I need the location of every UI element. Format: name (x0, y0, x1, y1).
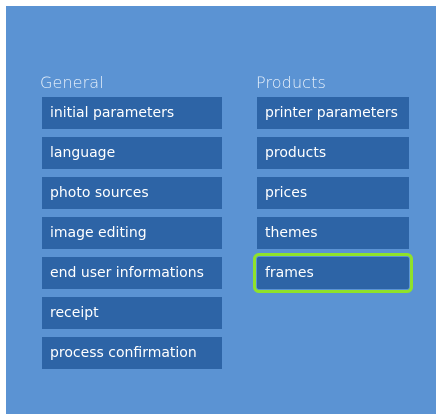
general-section-title: General (40, 73, 104, 92)
menu-item-printer-parameters[interactable]: printer parameters (257, 97, 409, 129)
menu-item-receipt[interactable]: receipt (42, 297, 222, 329)
products-menu: printer parameters products prices theme… (253, 97, 413, 297)
menu-item-prices[interactable]: prices (257, 177, 409, 209)
menu-item-frames[interactable]: frames (253, 253, 413, 293)
menu-item-products[interactable]: products (257, 137, 409, 169)
menu-item-language[interactable]: language (42, 137, 222, 169)
menu-item-end-user-informations[interactable]: end user informations (42, 257, 222, 289)
menu-item-process-confirmation[interactable]: process confirmation (42, 337, 222, 369)
menu-item-themes[interactable]: themes (257, 217, 409, 249)
general-menu: initial parameters language photo source… (42, 97, 222, 377)
products-section-title: Products (256, 73, 326, 92)
menu-item-initial-parameters[interactable]: initial parameters (42, 97, 222, 129)
settings-panel: General initial parameters language phot… (6, 6, 436, 414)
menu-item-image-editing[interactable]: image editing (42, 217, 222, 249)
menu-item-photo-sources[interactable]: photo sources (42, 177, 222, 209)
